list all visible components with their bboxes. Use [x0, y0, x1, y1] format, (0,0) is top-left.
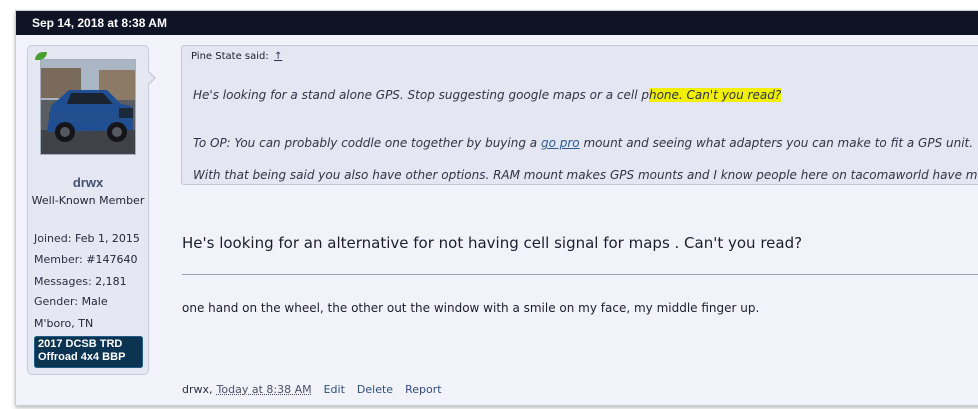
- stat-messages: Messages: 2,181: [34, 275, 127, 288]
- stat-gender: Gender: Male: [34, 295, 108, 308]
- edit-link[interactable]: Edit: [324, 383, 345, 396]
- go-pro-link[interactable]: go pro: [541, 136, 580, 150]
- quote-block: Pine State said: ↑ He's looking for a st…: [181, 45, 978, 185]
- stat-member: Member: #147640: [34, 253, 138, 266]
- signature: one hand on the wheel, the other out the…: [182, 301, 760, 315]
- footer-author[interactable]: drwx,: [182, 383, 213, 396]
- delete-link[interactable]: Delete: [357, 383, 393, 396]
- user-avatar[interactable]: [40, 59, 136, 155]
- signature-divider: [182, 274, 978, 275]
- username[interactable]: drwx: [28, 175, 148, 190]
- user-info-card: drwx Well-Known Member Joined: Feb 1, 20…: [27, 45, 149, 375]
- highlighted-text: hone. Can't you read?: [648, 88, 782, 102]
- post-time-link[interactable]: Today at 8:38 AM: [217, 383, 312, 396]
- stat-joined: Joined: Feb 1, 2015: [34, 232, 140, 245]
- post-date-header: Sep 14, 2018 at 8:38 AM: [16, 11, 978, 35]
- jump-to-quote-icon[interactable]: ↑: [274, 51, 282, 62]
- post-footer: drwx, Today at 8:38 AM Edit Delete Report: [182, 383, 442, 396]
- post-message: He's looking for an alternative for not …: [182, 234, 803, 252]
- user-title: Well-Known Member: [31, 194, 145, 207]
- quote-line-3: With that being said you also have other…: [193, 168, 978, 182]
- truck-photo: [41, 60, 135, 154]
- card-pointer: [148, 71, 156, 85]
- quote-line-1: He's looking for a stand alone GPS. Stop…: [193, 88, 782, 102]
- report-link[interactable]: Report: [405, 383, 441, 396]
- quote-attribution: Pine State said: ↑: [191, 51, 283, 62]
- forum-post: Sep 14, 2018 at 8:38 AM drwx Well-Known …: [15, 10, 978, 406]
- stat-location: M'boro, TN: [34, 317, 94, 330]
- user-banner: 2017 DCSB TRD Offroad 4x4 BBP: [34, 336, 143, 368]
- quote-line-2: To OP: You can probably coddle one toget…: [193, 136, 974, 150]
